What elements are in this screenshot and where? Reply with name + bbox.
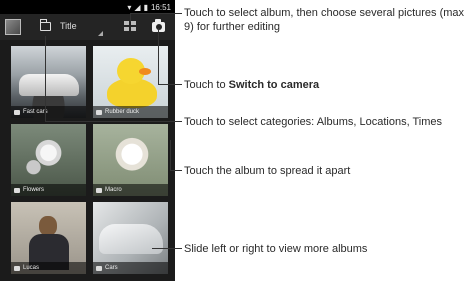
album-flowers[interactable]: Flowers xyxy=(11,124,86,196)
folder-icon xyxy=(14,187,20,193)
battery-icon: ▮ xyxy=(143,2,148,12)
album-label-bar: Macro xyxy=(93,184,168,196)
signal-icon: ◢ xyxy=(134,2,141,12)
callout-line-spread-v xyxy=(170,140,171,170)
callout-line-select xyxy=(130,13,182,14)
album-label: Rubber duck xyxy=(105,109,140,115)
status-bar: ▾ ◢ ▮ 16:51 xyxy=(0,0,175,14)
callout-slide-albums: Slide left or right to view more albums xyxy=(184,243,368,255)
select-album-icon[interactable] xyxy=(124,21,136,32)
album-label: Lucas xyxy=(23,265,40,271)
wifi-icon: ▾ xyxy=(127,2,132,12)
folder-icon xyxy=(14,109,20,115)
folder-icon[interactable] xyxy=(39,19,51,31)
album-label-bar: Rubber duck xyxy=(93,106,168,118)
album-lucas[interactable]: Lucas xyxy=(11,202,86,274)
album-label-bar: Flowers xyxy=(11,184,86,196)
folder-icon xyxy=(96,187,102,193)
callout-line-slide xyxy=(152,248,182,249)
album-label-bar: Lucas xyxy=(11,262,86,274)
album-macro[interactable]: Macro xyxy=(93,124,168,196)
gallery-app-icon[interactable] xyxy=(5,19,21,35)
album-rubber-duck[interactable]: Rubber duck xyxy=(93,46,168,118)
category-title[interactable]: Title xyxy=(60,21,77,31)
callout-line-spread xyxy=(170,170,182,171)
phone-screenshot: ▾ ◢ ▮ 16:51 Title Fast cars Rubber duck … xyxy=(0,0,175,281)
callout-line-camera-h xyxy=(158,84,182,85)
status-time: 16:51 xyxy=(150,2,171,12)
callout-line-camera xyxy=(158,28,159,84)
album-label: Cars xyxy=(105,265,118,271)
album-label: Fast cars xyxy=(23,109,48,115)
folder-icon xyxy=(96,109,102,115)
callout-line-categories-h xyxy=(45,121,182,122)
callout-categories: Touch to select categories: Albums, Loca… xyxy=(184,116,443,128)
album-label: Flowers xyxy=(23,187,45,193)
album-label: Macro xyxy=(105,187,122,193)
action-bar: Title xyxy=(0,14,175,40)
album-label-bar: Fast cars xyxy=(11,106,86,118)
callout-line-select-drop xyxy=(130,13,131,22)
folder-icon xyxy=(96,265,102,271)
callout-spread-album: Touch the album to spread it apart xyxy=(184,165,351,177)
album-cars[interactable]: Cars xyxy=(93,202,168,274)
callout-line-categories-v xyxy=(45,36,46,122)
callout-select-album: Touch to select album, then choose sever… xyxy=(184,7,465,33)
album-fast-cars[interactable]: Fast cars xyxy=(11,46,86,118)
callout-switch-camera: Touch to Switch to camera xyxy=(184,79,320,91)
spinner-arrow-icon[interactable] xyxy=(98,31,103,36)
folder-icon xyxy=(14,265,20,271)
album-label-bar: Cars xyxy=(93,262,168,274)
